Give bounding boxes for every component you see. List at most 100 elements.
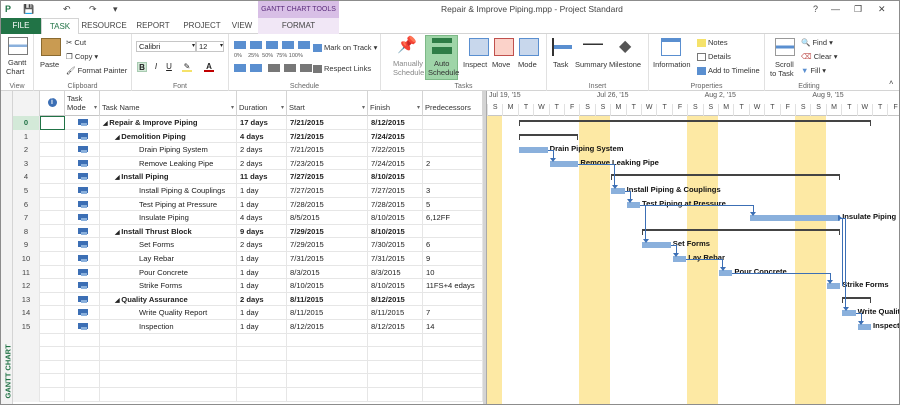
empty-row[interactable] [13,347,483,361]
redo-icon[interactable]: ↷ [89,3,97,15]
indicators-cell[interactable] [40,306,65,320]
restore-icon[interactable]: ❐ [854,3,862,15]
finish-cell[interactable]: 7/27/2015 [368,184,423,198]
table-row[interactable]: 4 ◢ Install Piping 11 days 7/27/2015 8/10/20… [13,170,483,184]
table-row[interactable]: 0 ◢ Repair & Improve Piping 17 days 7/21/20… [13,116,483,130]
row-id[interactable]: 15 [13,320,40,334]
pin-icon[interactable]: 📌 [397,37,417,55]
predecessors-cell[interactable] [423,129,483,144]
table-row[interactable]: 13 ◢ Quality Assurance 2 days 8/11/2015 8/12… [13,292,483,307]
finish-cell[interactable] [368,374,423,388]
task-name-cell[interactable]: Insulate Piping [100,211,237,225]
inspect-button[interactable]: Inspect [463,60,487,69]
pct-50-icon[interactable] [266,41,278,49]
duration-cell[interactable]: 4 days [237,211,287,225]
indicators-cell[interactable] [40,116,65,130]
filter-dropdown-icon[interactable]: ▾ [417,104,420,113]
font-size-select[interactable]: 12 ▾ [196,41,224,52]
task-name-cell[interactable]: Write Quality Report [100,306,237,320]
copy-button[interactable]: ❐ Copy ▾ [66,52,98,61]
empty-row[interactable] [13,333,483,348]
indicators-cell[interactable] [40,252,65,266]
row-id[interactable]: 0 [13,116,40,130]
notes-button[interactable]: Notes [697,38,728,48]
task-name-cell[interactable]: Lay Rebar [100,252,237,266]
start-cell[interactable]: 8/5/2015 [287,211,368,225]
duration-cell[interactable] [237,347,287,361]
predecessors-cell[interactable]: 3 [423,184,483,198]
predecessors-cell[interactable]: 10 [423,265,483,280]
outdent-icon[interactable] [234,64,246,72]
move-icon[interactable] [494,38,514,56]
indicators-header[interactable]: i [40,91,65,116]
row-id[interactable]: 5 [13,184,40,198]
start-header[interactable]: Start ▾ [287,91,368,116]
task-name-cell[interactable]: Set Forms [100,238,237,252]
duration-cell[interactable]: 2 days [237,156,287,171]
indicators-cell[interactable] [40,224,65,239]
predecessors-cell[interactable] [423,374,483,388]
indicators-cell[interactable] [40,143,65,157]
find-button[interactable]: 🔍 Find ▾ [801,38,833,47]
task-name-cell[interactable]: Test Piping at Pressure [100,197,237,212]
close-icon[interactable]: ✕ [878,3,886,15]
row-id[interactable] [13,388,40,402]
predecessors-cell[interactable]: 6 [423,238,483,252]
gantt-chart-icon[interactable] [8,37,28,55]
font-name-select[interactable]: Calibri ▾ [136,41,196,52]
duration-cell[interactable]: 1 day [237,320,287,334]
start-cell[interactable]: 7/21/2015 [287,116,368,130]
task-mode-cell[interactable] [65,292,100,307]
task-mode-cell[interactable] [65,156,100,171]
task-name-cell[interactable] [100,347,237,361]
tab-file[interactable]: FILE [1,18,41,34]
start-cell[interactable]: 7/28/2015 [287,197,368,212]
indicators-cell[interactable] [40,170,65,184]
indicators-cell[interactable] [40,333,65,348]
table-row[interactable]: 6 Test Piping at Pressure 1 day 7/28/2015 7/… [13,197,483,212]
task-icon[interactable] [552,38,572,56]
duration-cell[interactable] [237,360,287,375]
start-cell[interactable] [287,347,368,361]
finish-cell[interactable]: 8/3/2015 [368,265,423,280]
start-cell[interactable]: 7/29/2015 [287,224,368,239]
task-name-cell[interactable]: ◢ Quality Assurance [100,292,237,307]
undo-icon[interactable]: ↶ [63,3,71,15]
start-cell[interactable]: 8/11/2015 [287,306,368,320]
indicators-cell[interactable] [40,265,65,280]
duration-cell[interactable]: 1 day [237,265,287,280]
task-name-cell[interactable]: Drain Piping System [100,143,237,157]
task-bar[interactable] [518,147,548,154]
clear-button[interactable]: ⌫ Clear ▾ [801,52,838,61]
tab-format[interactable]: FORMAT [258,18,339,34]
tab-project[interactable]: PROJECT [179,18,225,34]
summary-button[interactable]: Summary [575,60,607,69]
finish-cell[interactable]: 7/24/2015 [368,156,423,171]
task-mode-cell[interactable] [65,184,100,198]
task-name-header[interactable]: Task Name ▾ [100,91,237,116]
task-mode-cell[interactable] [65,129,100,144]
duration-cell[interactable]: 2 days [237,238,287,252]
gantt-chart-label1[interactable]: Gantt [8,58,26,67]
duration-cell[interactable]: 17 days [237,116,287,130]
duration-cell[interactable] [237,374,287,388]
task-mode-cell[interactable] [65,360,100,375]
empty-row[interactable] [13,374,483,388]
task-name-cell[interactable] [100,388,237,402]
task-button[interactable]: Task [553,60,568,69]
row-id[interactable]: 1 [13,129,40,144]
predecessors-cell[interactable]: 11FS+4 edays [423,279,483,293]
summary-icon[interactable] [583,38,603,56]
row-id[interactable] [13,333,40,348]
manually-schedule-label2[interactable]: Schedule [393,68,424,77]
task-name-cell[interactable]: Install Piping & Couplings [100,184,237,198]
task-mode-cell[interactable] [65,333,100,348]
underline-button[interactable]: U [164,62,174,72]
predecessors-cell[interactable]: 7 [423,306,483,320]
table-row[interactable]: 15 Inspection 1 day 8/12/2015 8/12/2015 14 [13,320,483,334]
indicators-cell[interactable] [40,374,65,388]
finish-cell[interactable]: 8/10/2015 [368,170,423,184]
duration-cell[interactable]: 2 days [237,143,287,157]
milestone-icon[interactable]: ◆ [619,38,639,56]
minimize-icon[interactable]: — [831,3,840,15]
